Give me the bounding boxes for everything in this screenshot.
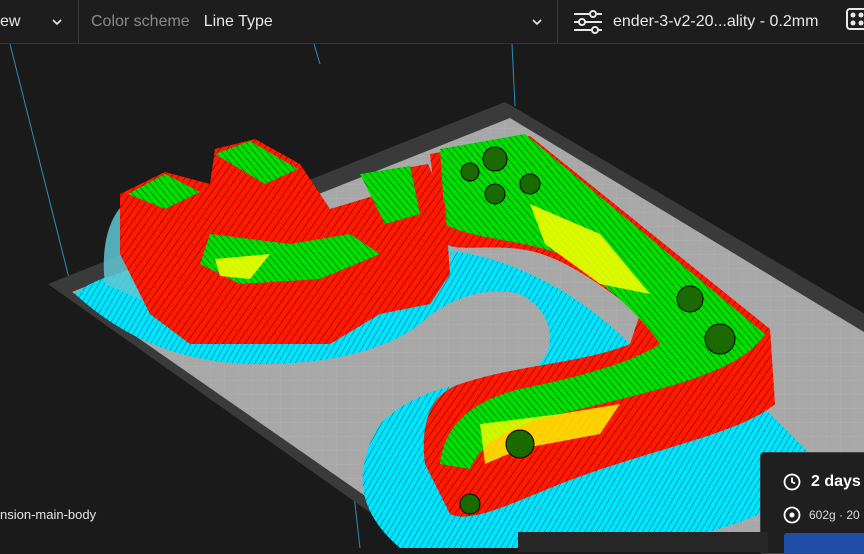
view-dropdown[interactable]: ew bbox=[0, 0, 78, 43]
print-profile-name: ender-3-v2-20...ality - 0.2mm bbox=[613, 12, 819, 30]
color-scheme-value: Line Type bbox=[203, 12, 273, 30]
spool-icon bbox=[783, 506, 801, 524]
clock-icon bbox=[783, 473, 801, 491]
color-scheme-label: Color scheme bbox=[91, 12, 190, 30]
print-time: 2 days bbox=[811, 473, 861, 490]
material-usage: 602g · 20 bbox=[809, 508, 860, 522]
top-toolbar: ew Color scheme Line Type ender-3-v2-20.… bbox=[0, 0, 864, 44]
3d-viewport[interactable] bbox=[0, 44, 864, 548]
print-settings-button[interactable]: ender-3-v2-20...ality - 0.2mm bbox=[558, 0, 858, 43]
view-dropdown-label: ew bbox=[0, 12, 21, 30]
object-name-label: nsion-main-body bbox=[0, 507, 97, 522]
chevron-down-icon bbox=[532, 19, 542, 26]
sliders-icon bbox=[574, 9, 602, 34]
bottom-bar bbox=[518, 532, 768, 552]
color-scheme-dropdown[interactable]: Color scheme Line Type bbox=[79, 0, 557, 43]
slice-button[interactable] bbox=[784, 533, 864, 553]
chevron-down-icon bbox=[52, 19, 62, 26]
puzzle-icon[interactable] bbox=[846, 8, 864, 30]
